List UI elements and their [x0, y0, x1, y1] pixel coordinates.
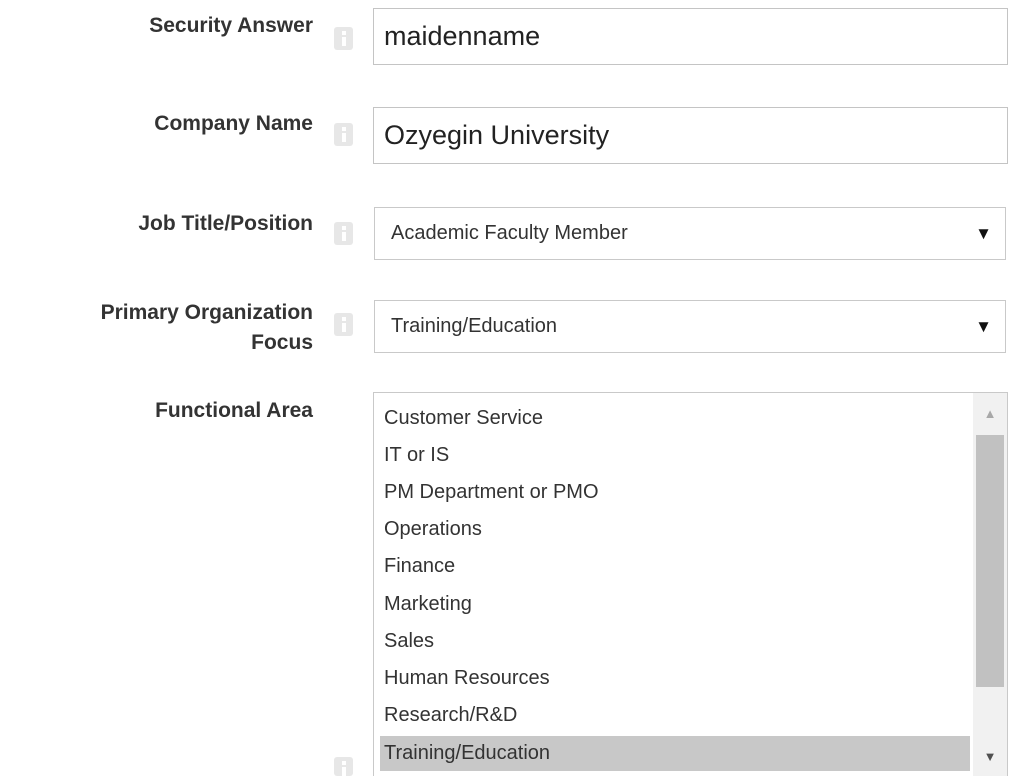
- primary-organization-focus-select[interactable]: Training/Education ▼: [374, 300, 1006, 353]
- list-option[interactable]: Customer Service: [380, 401, 970, 436]
- job-title-select[interactable]: Academic Faculty Member ▼: [374, 207, 1006, 260]
- scrollbar-thumb[interactable]: [976, 435, 1004, 687]
- info-icon[interactable]: [334, 313, 353, 336]
- functional-area-label: Functional Area: [155, 399, 313, 422]
- list-option[interactable]: Marketing: [380, 587, 970, 622]
- list-option[interactable]: PM Department or PMO: [380, 475, 970, 510]
- security-answer-label: Security Answer: [149, 14, 313, 37]
- scroll-up-icon[interactable]: ▲: [973, 395, 1007, 433]
- info-icon[interactable]: [334, 757, 353, 776]
- primary-organization-focus-selected-value: Training/Education: [391, 315, 558, 337]
- security-answer-input[interactable]: maidenname: [373, 8, 1008, 65]
- company-name-label: Company Name: [154, 112, 313, 135]
- list-option[interactable]: Human Resources: [380, 661, 970, 696]
- job-title-selected-value: Academic Faculty Member: [391, 222, 628, 244]
- list-option[interactable]: Research/R&D: [380, 698, 970, 733]
- scroll-down-icon[interactable]: ▼: [973, 738, 1007, 776]
- list-option[interactable]: IT or IS: [380, 438, 970, 473]
- dropdown-arrow-icon: ▼: [975, 224, 992, 243]
- primary-organization-focus-label-line1: Primary Organization: [100, 301, 313, 324]
- job-title-label: Job Title/Position: [138, 212, 313, 235]
- list-option[interactable]: Finance: [380, 549, 970, 584]
- list-option-selected[interactable]: Training/Education: [380, 736, 970, 771]
- info-icon[interactable]: [334, 222, 353, 245]
- primary-organization-focus-label-line2: Focus: [251, 331, 313, 354]
- info-icon[interactable]: [334, 123, 353, 146]
- list-option[interactable]: Sales: [380, 624, 970, 659]
- functional-area-listbox[interactable]: Customer Service IT or IS PM Department …: [373, 392, 1008, 776]
- info-icon[interactable]: [334, 27, 353, 50]
- company-name-input[interactable]: Ozyegin University: [373, 107, 1008, 164]
- primary-organization-focus-label: Primary Organization Focus: [101, 298, 313, 358]
- scrollbar[interactable]: ▲ ▼: [973, 393, 1007, 776]
- list-option[interactable]: Operations: [380, 512, 970, 547]
- dropdown-arrow-icon: ▼: [975, 317, 992, 336]
